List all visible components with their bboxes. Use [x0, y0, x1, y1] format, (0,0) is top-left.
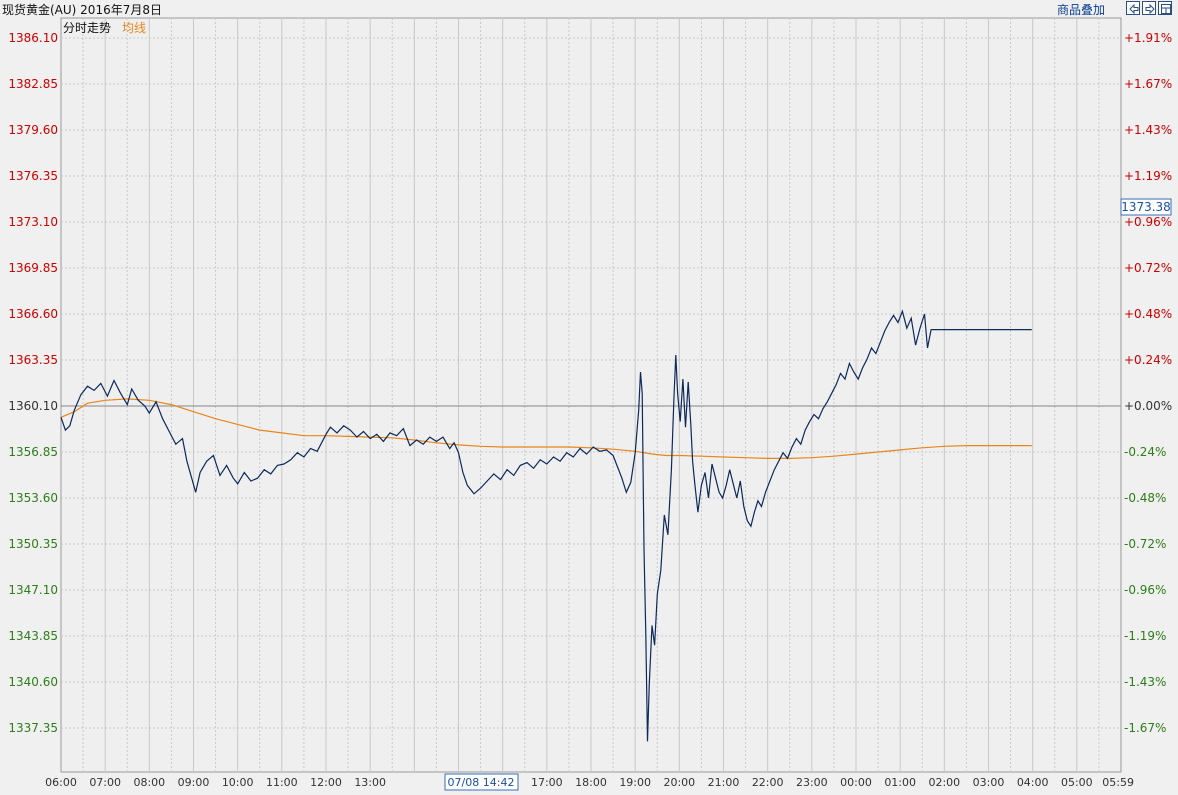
x-tick-label: 19:00 — [619, 776, 651, 789]
x-tick-label: 02:00 — [928, 776, 960, 789]
y-tick-label: 1340.60 — [8, 675, 58, 689]
x-tick-label: 23:00 — [796, 776, 828, 789]
y-tick-pct-label: +0.00% — [1124, 399, 1172, 413]
y-axis-price: 1386.10 1382.85 1379.60 1376.35 1373.10 1369.… — [8, 31, 58, 735]
x-tick-label: 10:00 — [222, 776, 254, 789]
y-tick-pct-label: +0.72% — [1124, 261, 1172, 275]
x-tick-label: 11:00 — [266, 776, 298, 789]
y-tick-label: 1360.10 — [8, 399, 58, 413]
y-tick-pct-label: +0.96% — [1124, 215, 1172, 229]
x-tick-label: 18:00 — [575, 776, 607, 789]
y-tick-pct-label: -1.67% — [1124, 721, 1166, 735]
y-tick-label: 1347.10 — [8, 583, 58, 597]
x-tick-label: 01:00 — [884, 776, 916, 789]
y-tick-pct-label: -1.43% — [1124, 675, 1166, 689]
y-tick-label: 1382.85 — [8, 77, 58, 91]
y-tick-pct-label: +0.48% — [1124, 307, 1172, 321]
x-tick-label: 08:00 — [133, 776, 165, 789]
x-tick-label: 12:00 — [310, 776, 342, 789]
y-tick-label: 1376.35 — [8, 169, 58, 183]
y-axis-percent: +1.91% +1.67% +1.43% +1.19% +0.96% +0.72% +0.4… — [1124, 31, 1172, 735]
y-tick-pct-label: +1.43% — [1124, 123, 1172, 137]
x-tick-label: 22:00 — [752, 776, 784, 789]
y-tick-label: 1369.85 — [8, 261, 58, 275]
x-tick-label: 06:00 — [45, 776, 77, 789]
cursor-time-box: 07/08 14:42 — [444, 773, 519, 791]
y-tick-label: 1366.60 — [8, 307, 58, 321]
x-tick-label: 13:00 — [354, 776, 386, 789]
y-tick-pct-label: -0.24% — [1124, 445, 1166, 459]
y-tick-pct-label: -0.72% — [1124, 537, 1166, 551]
cursor-price-value: 1373.38 — [1121, 200, 1171, 214]
x-tick-label: 09:00 — [178, 776, 210, 789]
y-tick-label: 1356.85 — [8, 445, 58, 459]
y-tick-label: 1363.35 — [8, 353, 58, 367]
y-tick-pct-label: -0.96% — [1124, 583, 1166, 597]
cursor-price-box: 1373.38 — [1120, 198, 1172, 216]
intraday-chart[interactable]: 1386.10 1382.85 1379.60 1376.35 1373.10 1369.… — [0, 0, 1178, 795]
x-tick-label: 21:00 — [708, 776, 740, 789]
y-tick-pct-label: +1.67% — [1124, 77, 1172, 91]
x-axis-time: 06:00 07:00 08:00 09:00 10:00 11:00 12:00 13:00… — [45, 776, 1134, 789]
y-tick-label: 1343.85 — [8, 629, 58, 643]
legend-avg: 均线 — [122, 21, 146, 35]
y-tick-label: 1386.10 — [8, 31, 58, 45]
x-tick-label: 05:00 — [1061, 776, 1093, 789]
y-tick-label: 1353.60 — [8, 491, 58, 505]
cursor-time-value: 07/08 14:42 — [448, 776, 515, 789]
x-tick-label: 20:00 — [663, 776, 695, 789]
y-tick-label: 1373.10 — [8, 215, 58, 229]
x-tick-label: 00:00 — [840, 776, 872, 789]
legend-price: 分时走势 — [63, 21, 111, 35]
y-tick-pct-label: +1.91% — [1124, 31, 1172, 45]
y-tick-label: 1337.35 — [8, 721, 58, 735]
x-tick-label: 03:00 — [973, 776, 1005, 789]
y-tick-pct-label: +1.19% — [1124, 169, 1172, 183]
y-tick-label: 1379.60 — [8, 123, 58, 137]
y-tick-pct-label: +0.24% — [1124, 353, 1172, 367]
y-tick-label: 1350.35 — [8, 537, 58, 551]
x-tick-label: 07:00 — [89, 776, 121, 789]
x-tick-label: 05:59 — [1102, 776, 1134, 789]
x-tick-label: 17:00 — [531, 776, 563, 789]
y-tick-pct-label: -1.19% — [1124, 629, 1166, 643]
y-tick-pct-label: -0.48% — [1124, 491, 1166, 505]
x-tick-label: 04:00 — [1017, 776, 1049, 789]
